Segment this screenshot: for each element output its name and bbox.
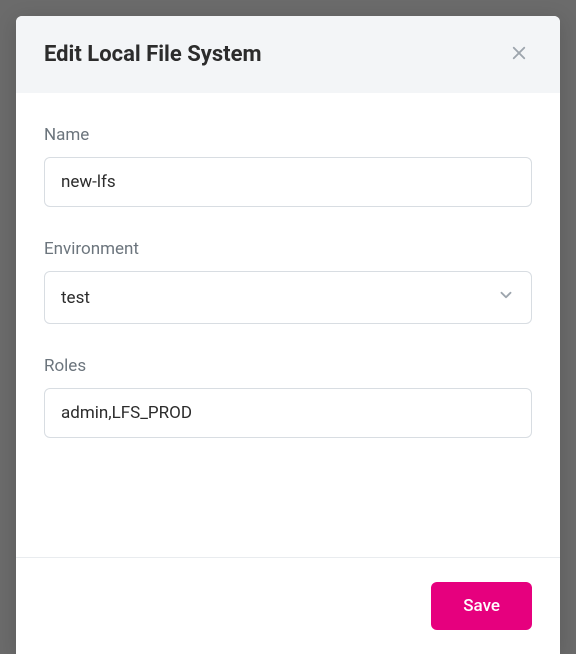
environment-select[interactable]: test <box>44 271 532 324</box>
environment-value: test <box>61 288 90 308</box>
environment-label: Environment <box>44 239 532 259</box>
name-input[interactable] <box>44 157 532 207</box>
roles-label: Roles <box>44 356 532 376</box>
save-button[interactable]: Save <box>431 582 532 630</box>
environment-group: Environment test <box>44 239 532 324</box>
close-icon <box>510 44 528 65</box>
roles-input[interactable] <box>44 388 532 438</box>
name-group: Name <box>44 125 532 207</box>
roles-group: Roles <box>44 356 532 438</box>
name-label: Name <box>44 125 532 145</box>
chevron-down-icon <box>497 286 515 309</box>
close-button[interactable] <box>506 40 532 69</box>
modal-header: Edit Local File System <box>16 16 560 93</box>
modal-footer: Save <box>16 557 560 654</box>
environment-select-box[interactable]: test <box>44 271 532 324</box>
modal-title: Edit Local File System <box>44 42 262 67</box>
modal-body: Name Environment test Roles <box>16 93 560 557</box>
edit-modal: Edit Local File System Name Environment … <box>16 16 560 654</box>
